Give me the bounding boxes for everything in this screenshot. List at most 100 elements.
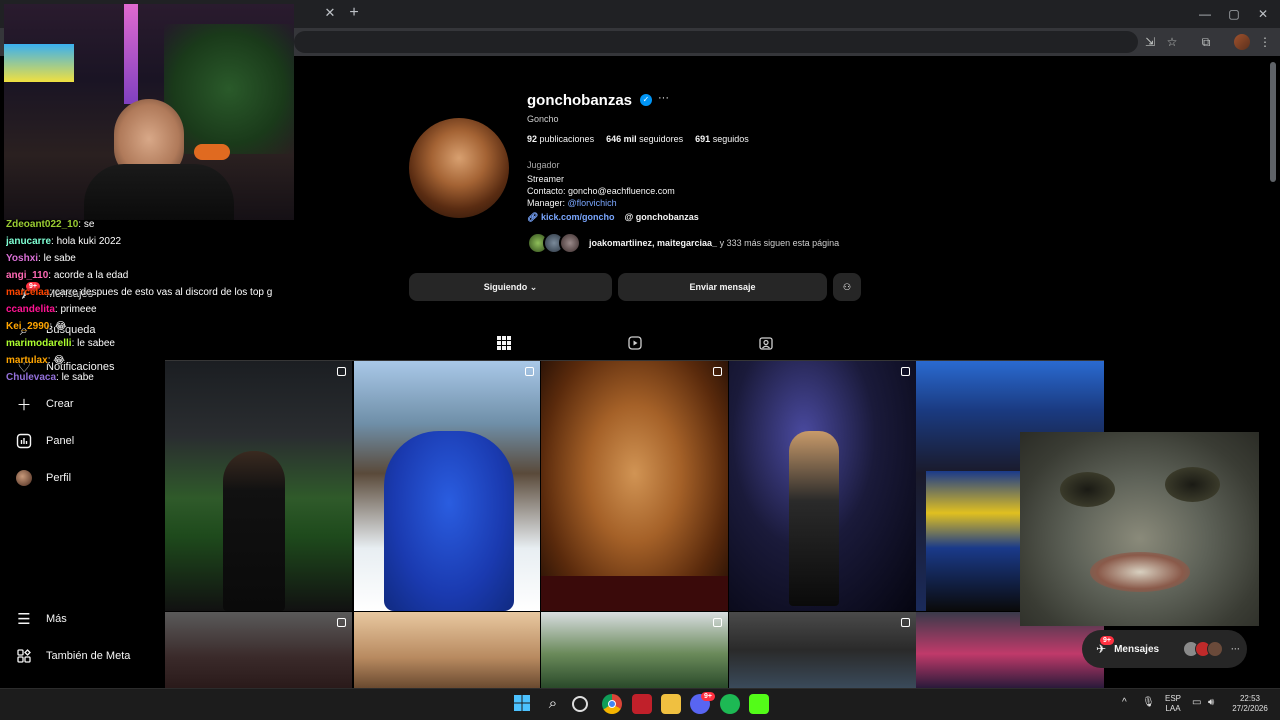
manager-handle-link[interactable]: @florvichich — [568, 198, 617, 208]
post-row2-2[interactable] — [354, 612, 540, 688]
multi-photo-icon — [901, 367, 910, 376]
mutuals-text: joakomartiinez, maitegarciaa_ y 333 más … — [589, 238, 840, 248]
post-snow[interactable] — [354, 361, 540, 611]
chevron-down-icon: ⌄ — [529, 281, 538, 292]
nav-more[interactable]: ☰ Más — [14, 607, 67, 631]
mutual-avatar — [559, 232, 581, 254]
tray-chevron-icon[interactable]: ^ — [1122, 698, 1127, 708]
chat-message: Chulevaca: le sabe — [6, 372, 94, 383]
profile-full-name: Goncho — [527, 114, 559, 124]
reels-tab-icon[interactable] — [626, 336, 644, 354]
windows-start-icon[interactable] — [513, 694, 533, 714]
messages-floating-button[interactable]: ✈ 9+ Mensajes ··· — [1082, 630, 1247, 668]
install-app-icon[interactable]: ⇲ — [1141, 33, 1159, 51]
stat-posts: 92 publicaciones — [527, 134, 595, 144]
clock[interactable]: 22:53 27/2/2026 — [1228, 694, 1272, 714]
multi-photo-icon — [713, 367, 722, 376]
post-ring-walk[interactable] — [729, 361, 916, 611]
chat-message: Yoshxi: le sabe — [6, 253, 76, 264]
threads-link[interactable]: @ gonchobanzas — [624, 212, 698, 223]
post-row2-4[interactable] — [729, 612, 916, 688]
taskbar-app-icon[interactable] — [632, 694, 652, 714]
bookmark-star-icon[interactable]: ☆ — [1163, 33, 1181, 51]
bio-contact: Contacto: goncho@eachfluence.com — [527, 186, 675, 196]
nav-more-label: Más — [46, 613, 67, 625]
discord-badge: 9+ — [701, 692, 715, 701]
threads-icon: @ — [624, 212, 634, 222]
tab-close-icon[interactable]: ✕ — [322, 5, 338, 21]
browser-profile-avatar[interactable] — [1234, 34, 1250, 50]
chat-message: marcelaa: carre despues de esto vas al d… — [6, 287, 273, 298]
post-row2-1[interactable] — [165, 612, 352, 688]
post-stadium[interactable] — [165, 361, 352, 611]
chat-message: marimodarelli: le sabee — [6, 338, 115, 349]
multi-photo-icon — [901, 618, 910, 627]
meta-apps-icon — [14, 646, 34, 666]
window-close-button[interactable]: ✕ — [1251, 4, 1275, 24]
kick-link[interactable]: 🔗︎ kick.com/goncho — [527, 212, 614, 223]
input-language[interactable]: ESP LAA — [1164, 694, 1182, 714]
profile-category: Jugador — [527, 160, 560, 170]
bio-line: Streamer — [527, 174, 565, 184]
posts-grid-tab-icon[interactable] — [495, 336, 513, 354]
taskbar-search-icon[interactable]: ⌕ — [543, 694, 563, 714]
more-dots-icon: ··· — [1231, 644, 1241, 654]
extensions-icon[interactable]: ⧉ — [1197, 33, 1215, 51]
streamer-webcam-overlay — [4, 4, 294, 220]
post-row2-3[interactable] — [541, 612, 728, 688]
microphone-icon[interactable]: 🎙︎ — [1142, 698, 1155, 708]
messages-label: Mensajes — [1114, 643, 1160, 655]
bio-manager: Manager: @florvichich — [527, 198, 617, 208]
maximize-button[interactable]: ▢ — [1222, 4, 1246, 24]
link-icon: 🔗︎ — [527, 212, 539, 222]
add-user-button[interactable]: ⚇ — [833, 273, 861, 301]
nav-also-from-meta[interactable]: También de Meta — [14, 644, 130, 668]
minimize-button[interactable]: — — [1193, 4, 1217, 24]
chat-message: Kei_2990: 😂 — [6, 321, 67, 332]
chat-message: ccandelita: primeee — [6, 304, 97, 315]
chat-message: janucarre: hola kuki 2022 — [6, 236, 122, 247]
add-person-icon: ⚇ — [842, 281, 852, 292]
network-icon[interactable]: ▭ — [1192, 698, 1201, 708]
following-button[interactable]: Siguiendo ⌄ — [409, 273, 612, 301]
multi-photo-icon — [713, 618, 722, 627]
chat-message: Zdeoant022_10: se — [6, 219, 95, 230]
verified-badge-icon: ✓ — [640, 94, 652, 106]
hamburger-menu-icon: ☰ — [17, 611, 31, 628]
stat-followers[interactable]: 646 mil seguidores — [606, 134, 683, 144]
browser-menu-icon[interactable]: ⋮ — [1256, 33, 1274, 51]
nav-profile[interactable]: Perfil — [14, 466, 71, 490]
nav-create-label: Crear — [46, 398, 74, 410]
profile-options-icon[interactable]: ··· — [658, 92, 669, 104]
nav-create[interactable]: ＋ Crear — [14, 392, 74, 416]
tagged-tab-icon[interactable] — [757, 336, 775, 354]
file-explorer-icon[interactable] — [661, 694, 681, 714]
dashboard-icon — [14, 431, 34, 451]
message-avatars — [1183, 641, 1224, 657]
profile-picture[interactable] — [409, 118, 509, 218]
nav-panel[interactable]: Panel — [14, 429, 74, 453]
new-tab-button[interactable]: + — [345, 4, 363, 22]
spotify-icon[interactable] — [720, 694, 740, 714]
plus-icon: ＋ — [16, 396, 32, 414]
volume-icon[interactable]: 🔊︎ — [1208, 698, 1214, 708]
profile-avatar-icon — [14, 468, 34, 488]
send-message-button[interactable]: Enviar mensaje — [618, 273, 827, 301]
cat-meme-overlay — [1020, 432, 1259, 626]
messages-badge: 9+ — [1100, 636, 1114, 645]
chrome-icon[interactable] — [602, 694, 622, 714]
stat-following[interactable]: 691 seguidos — [695, 134, 749, 144]
multi-photo-icon — [525, 367, 534, 376]
multi-photo-icon — [337, 618, 346, 627]
nav-meta-label: También de Meta — [46, 650, 131, 662]
stream-chat-overlay: Zdeoant022_10: se janucarre: hola kuki 2… — [6, 216, 296, 386]
profile-links: 🔗︎ kick.com/goncho @ gonchobanzas — [527, 212, 699, 223]
nav-panel-label: Panel — [46, 435, 75, 447]
post-boxer[interactable] — [541, 361, 728, 611]
page-scrollbar[interactable] — [1270, 62, 1276, 182]
kick-icon[interactable] — [749, 694, 769, 714]
mutual-followers[interactable]: joakomartiinez, maitegarciaa_ y 333 más … — [527, 232, 839, 254]
taskbar-app-icon[interactable] — [572, 696, 588, 712]
profile-stats: 92 publicaciones 646 mil seguidores 691 … — [527, 134, 749, 144]
address-bar[interactable] — [294, 31, 1138, 53]
